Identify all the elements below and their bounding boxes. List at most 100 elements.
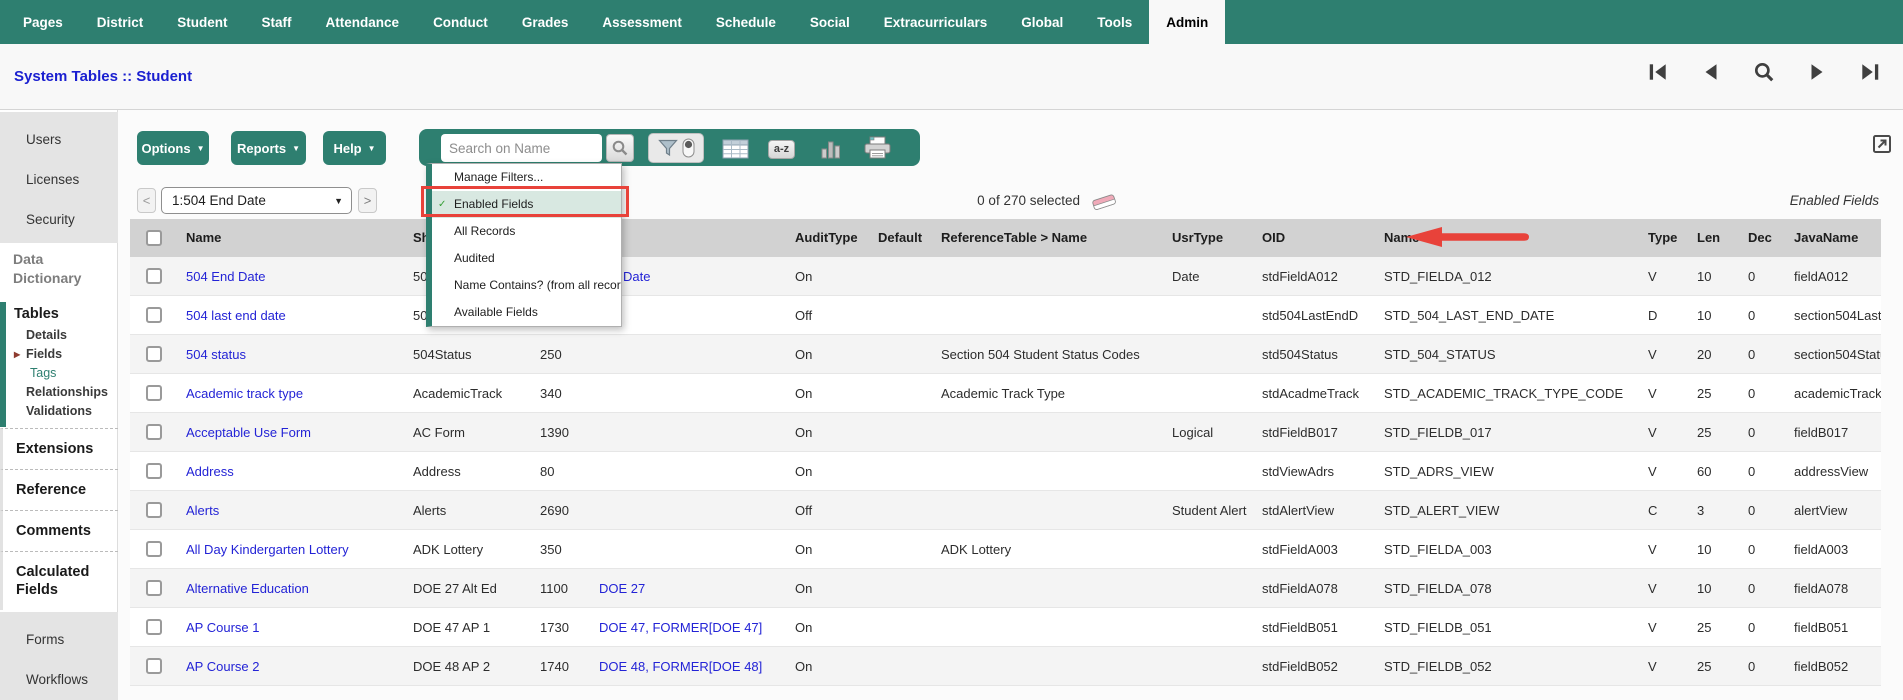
search-record-icon[interactable] bbox=[1753, 61, 1775, 83]
column-header-java[interactable]: JavaName bbox=[1794, 219, 1881, 257]
nav-tab-grades[interactable]: Grades bbox=[505, 0, 586, 44]
expand-icon[interactable] bbox=[1872, 134, 1892, 154]
sidebar-item-security[interactable]: Security bbox=[0, 200, 118, 240]
field-select[interactable]: 1:504 End Date ▼ bbox=[161, 187, 352, 214]
row-checkbox[interactable] bbox=[146, 580, 162, 596]
chart-icon[interactable] bbox=[820, 138, 842, 159]
nav-tab-extracurriculars[interactable]: Extracurriculars bbox=[867, 0, 1005, 44]
column-header-len[interactable]: Len bbox=[1697, 219, 1745, 257]
grid-view-icon[interactable] bbox=[722, 139, 749, 159]
column-header-def[interactable]: Default bbox=[878, 219, 938, 257]
previous-field-button[interactable]: < bbox=[137, 188, 156, 213]
row-checkbox[interactable] bbox=[146, 463, 162, 479]
cell-name[interactable]: 504 End Date bbox=[186, 257, 410, 296]
row-checkbox[interactable] bbox=[146, 619, 162, 635]
cell-name[interactable]: AP Course 1 bbox=[186, 608, 410, 647]
sidebar-tables-group: Tables Details ▶ Fields Tags Relationships Va… bbox=[0, 302, 118, 427]
cell-name[interactable]: Alternative Education bbox=[186, 569, 410, 608]
sidebar-item-comments[interactable]: Comments bbox=[0, 510, 118, 551]
help-button[interactable]: Help ▼ bbox=[323, 131, 386, 165]
nav-tab-assessment[interactable]: Assessment bbox=[585, 0, 699, 44]
caret-down-icon: ▼ bbox=[367, 143, 376, 153]
cell-dec: 0 bbox=[1748, 542, 1756, 557]
select-all-checkbox[interactable] bbox=[146, 230, 162, 246]
cell-name[interactable]: Address bbox=[186, 452, 410, 491]
filter-menu-item-name-contains-from-all-records[interactable]: Name Contains? (from all records) bbox=[432, 272, 621, 299]
nav-tab-global[interactable]: Global bbox=[1004, 0, 1080, 44]
row-checkbox[interactable] bbox=[146, 268, 162, 284]
row-checkbox[interactable] bbox=[146, 385, 162, 401]
cell-dec: 0 bbox=[1748, 464, 1756, 479]
filter-menu-item-enabled-fields[interactable]: ✓ Enabled Fields bbox=[432, 191, 621, 218]
sidebar-item-forms[interactable]: Forms bbox=[0, 620, 118, 660]
column-header-type[interactable]: Type bbox=[1648, 219, 1693, 257]
sidebar-item-validations[interactable]: Validations bbox=[14, 402, 118, 421]
column-header-name[interactable]: Name bbox=[186, 219, 410, 257]
last-record-icon[interactable] bbox=[1859, 61, 1881, 83]
options-button[interactable]: Options ▼ bbox=[137, 131, 209, 165]
sidebar-item-extensions[interactable]: Extensions bbox=[0, 428, 118, 469]
row-checkbox[interactable] bbox=[146, 424, 162, 440]
column-header-dec[interactable]: Dec bbox=[1748, 219, 1791, 257]
filter-menu-item-audited[interactable]: Audited bbox=[432, 245, 621, 272]
nav-tab-social[interactable]: Social bbox=[793, 0, 867, 44]
nav-tab-conduct[interactable]: Conduct bbox=[416, 0, 505, 44]
column-header-audit[interactable]: AuditType bbox=[795, 219, 875, 257]
sidebar-item-calculated-fields[interactable]: Calculated Fields bbox=[0, 551, 118, 610]
next-field-button[interactable]: > bbox=[358, 188, 377, 213]
clear-selection-eraser-icon[interactable] bbox=[1090, 193, 1118, 211]
nav-tab-pages[interactable]: Pages bbox=[6, 0, 80, 44]
sidebar-item-reference[interactable]: Reference bbox=[0, 469, 118, 510]
filter-menu-item-available-fields[interactable]: Available Fields bbox=[432, 299, 621, 326]
search-input[interactable] bbox=[441, 134, 602, 162]
nav-tab-admin[interactable]: Admin bbox=[1149, 0, 1226, 44]
nav-tab-attendance[interactable]: Attendance bbox=[309, 0, 417, 44]
nav-tab-staff[interactable]: Staff bbox=[245, 0, 309, 44]
cell-name[interactable]: AP Course 2 bbox=[186, 647, 410, 686]
filter-toggle-button[interactable] bbox=[648, 133, 704, 163]
nav-tab-tools[interactable]: Tools bbox=[1080, 0, 1149, 44]
cell-name[interactable]: 504 last end date bbox=[186, 296, 410, 335]
nav-tab-schedule[interactable]: Schedule bbox=[699, 0, 793, 44]
filter-menu-item-all-records[interactable]: All Records bbox=[432, 218, 621, 245]
cell-name[interactable]: 504 status bbox=[186, 335, 410, 374]
filter-menu-item-manage-filters[interactable]: Manage Filters... bbox=[432, 164, 621, 191]
cell-alias[interactable]: DOE 48, FORMER[DOE 48] bbox=[599, 647, 791, 686]
row-checkbox[interactable] bbox=[146, 658, 162, 674]
search-go-button[interactable] bbox=[606, 134, 634, 162]
sidebar-item-relationships[interactable]: Relationships bbox=[14, 383, 118, 402]
sidebar-item-workflows[interactable]: Workflows bbox=[0, 660, 118, 700]
nav-tab-student[interactable]: Student bbox=[160, 0, 244, 44]
sidebar-item-tags[interactable]: Tags bbox=[14, 364, 118, 383]
row-checkbox[interactable] bbox=[146, 307, 162, 323]
cell-name[interactable]: Acceptable Use Form bbox=[186, 413, 410, 452]
column-header-usr[interactable]: UsrType bbox=[1172, 219, 1259, 257]
cell-name[interactable]: Alerts bbox=[186, 491, 410, 530]
sidebar-item-licenses[interactable]: Licenses bbox=[0, 160, 118, 200]
printer-icon[interactable] bbox=[862, 136, 893, 160]
sidebar-item-fields[interactable]: ▶ Fields bbox=[14, 345, 118, 364]
sidebar-item-details[interactable]: Details bbox=[14, 326, 118, 345]
column-header-oid[interactable]: OID bbox=[1262, 219, 1381, 257]
cell-alias[interactable]: Date bbox=[623, 257, 791, 296]
row-checkbox[interactable] bbox=[146, 346, 162, 362]
cell-dec: 0 bbox=[1748, 308, 1756, 323]
cell-name[interactable]: All Day Kindergarten Lottery bbox=[186, 530, 410, 569]
next-record-icon[interactable] bbox=[1806, 61, 1828, 83]
sidebar-item-tables[interactable]: Tables bbox=[14, 306, 118, 322]
sidebar-item-users[interactable]: Users bbox=[0, 120, 118, 160]
cell-type: D bbox=[1648, 308, 1658, 323]
cell-name[interactable]: Academic track type bbox=[186, 374, 410, 413]
sort-az-icon[interactable]: a-z bbox=[768, 140, 795, 159]
cell-alias[interactable]: DOE 47, FORMER[DOE 47] bbox=[599, 608, 791, 647]
cell-alias[interactable]: DOE 27 bbox=[599, 569, 791, 608]
previous-record-icon[interactable] bbox=[1700, 61, 1722, 83]
row-checkbox[interactable] bbox=[146, 502, 162, 518]
first-record-icon[interactable] bbox=[1647, 61, 1669, 83]
reports-button[interactable]: Reports ▼ bbox=[231, 131, 306, 165]
column-header-sysname[interactable]: Name bbox=[1384, 219, 1644, 257]
breadcrumb: System Tables :: Student bbox=[14, 68, 193, 85]
row-checkbox[interactable] bbox=[146, 541, 162, 557]
column-header-ref[interactable]: ReferenceTable > Name bbox=[941, 219, 1169, 257]
nav-tab-district[interactable]: District bbox=[80, 0, 161, 44]
